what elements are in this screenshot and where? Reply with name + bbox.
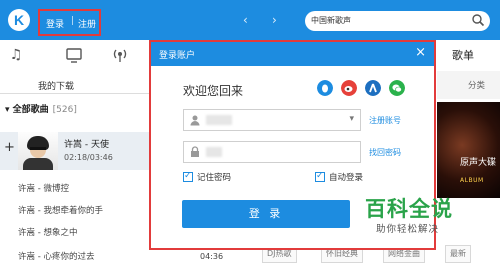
left-panel: ♫ 我的下载 ▾ 全部歌曲 [526] + 许嵩 - 天使 02:18/03:46… xyxy=(0,40,150,268)
tag-chip[interactable]: 最新 xyxy=(445,245,471,263)
dialog-header: 登录账户 × xyxy=(151,42,434,66)
user-icon xyxy=(190,115,200,126)
my-downloads-tab[interactable]: 我的下载 xyxy=(38,79,74,92)
divider xyxy=(0,93,150,94)
login-link[interactable]: 登录 xyxy=(46,17,64,30)
panel-tabs: ♫ xyxy=(0,40,150,70)
watermark-title: 百科全说 xyxy=(365,197,453,221)
remember-label: 记住密码 xyxy=(197,173,232,183)
search-input[interactable]: 中国新歌声 xyxy=(311,15,351,26)
username-input[interactable] xyxy=(206,115,233,125)
music-note-icon[interactable]: ♫ xyxy=(6,45,26,65)
register-account-link[interactable]: 注册账号 xyxy=(369,115,401,126)
forward-arrow-icon[interactable]: › xyxy=(272,13,277,27)
wechat-icon[interactable] xyxy=(389,80,405,96)
register-link[interactable]: 注册 xyxy=(78,17,96,30)
all-songs-label: 全部歌曲 xyxy=(12,105,49,115)
list-item[interactable]: 许嵩 - 心疼你的过去 xyxy=(18,250,94,262)
welcome-text: 欢迎您回来 xyxy=(183,84,244,98)
search-box[interactable]: 中国新歌声 xyxy=(305,11,490,31)
list-item[interactable]: 许嵩 - 微博控 xyxy=(18,182,69,194)
dialog-title: 登录账户 xyxy=(159,51,196,61)
username-field[interactable]: ▾ xyxy=(183,109,361,131)
radio-icon[interactable] xyxy=(110,45,130,65)
add-icon[interactable]: + xyxy=(4,140,15,155)
album-subtitle: ALBUM xyxy=(460,177,484,184)
search-icon[interactable] xyxy=(471,13,485,27)
list-item[interactable]: 许嵩 - 想象之中 xyxy=(18,226,77,238)
album-title: 原声大碟 xyxy=(460,158,497,168)
tab-category[interactable]: 分类 xyxy=(468,79,485,91)
renren-icon[interactable] xyxy=(365,80,381,96)
active-song-title: 许嵩 - 天使 xyxy=(64,140,109,150)
autologin-label: 自动登录 xyxy=(329,173,364,183)
active-song-time: 02:18/03:46 xyxy=(64,153,113,162)
active-song-row[interactable]: + 许嵩 - 天使 02:18/03:46 xyxy=(0,132,150,170)
forgot-password-link[interactable]: 找回密码 xyxy=(369,147,401,158)
auth-links: 登录 | 注册 xyxy=(38,9,101,36)
song-count: [526] xyxy=(52,105,77,115)
tab-playlists[interactable]: 歌单 xyxy=(452,47,474,63)
collapse-icon[interactable]: ▾ xyxy=(5,105,13,115)
login-button[interactable]: 登 录 xyxy=(182,200,350,228)
all-songs-header[interactable]: ▾ 全部歌曲 [526] xyxy=(5,102,77,115)
chevron-down-icon[interactable]: ▾ xyxy=(349,114,354,124)
weibo-icon[interactable] xyxy=(341,80,357,96)
close-icon[interactable]: × xyxy=(415,45,426,60)
lock-icon xyxy=(191,146,199,157)
auth-separator: | xyxy=(71,16,75,26)
monitor-icon[interactable] xyxy=(64,45,84,65)
top-bar: K 登录 | 注册 ‹ › 中国新歌声 xyxy=(0,0,500,40)
remember-checkbox[interactable] xyxy=(183,171,193,182)
back-arrow-icon[interactable]: ‹ xyxy=(243,13,248,27)
kugou-logo[interactable]: K xyxy=(8,9,30,31)
qq-icon[interactable] xyxy=(317,80,333,96)
autologin-checkbox[interactable] xyxy=(315,171,325,182)
watermark-subtitle: 助你轻松解决 xyxy=(376,224,440,235)
password-field[interactable] xyxy=(183,141,361,163)
song-duration: 04:36 xyxy=(200,252,224,261)
artist-avatar xyxy=(18,132,58,170)
list-item[interactable]: 许嵩 - 我想牵着你的手 xyxy=(18,204,103,216)
password-input[interactable] xyxy=(206,147,223,157)
